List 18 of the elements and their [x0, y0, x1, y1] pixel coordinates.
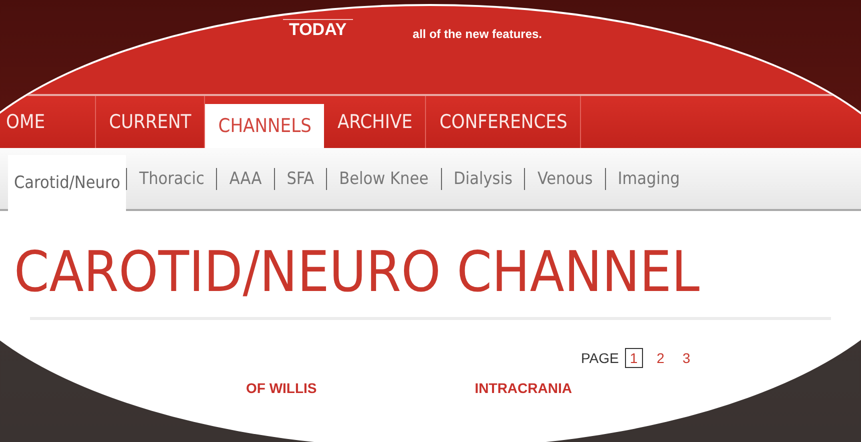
channel-tab[interactable]: Dialysis [440, 168, 524, 190]
logo: TODAY [283, 19, 353, 40]
channel-tab[interactable]: Venous [524, 168, 605, 190]
channel-tab[interactable]: SFA [274, 168, 326, 190]
channel-tab[interactable]: Below Knee [326, 168, 441, 190]
nav-tab[interactable]: CHANNELS [205, 104, 324, 148]
channel-tab[interactable]: Thoracic [126, 168, 216, 190]
channel-tab[interactable]: AAA [216, 168, 274, 190]
channel-tab[interactable]: Carotid/Neuro [8, 154, 126, 210]
page-link[interactable]: 2 [652, 349, 668, 367]
channel-heading: CAROTID/NEURO CHANNEL [14, 241, 701, 305]
article-title-link[interactable]: INTRACRANIA [474, 380, 572, 396]
page-link[interactable]: 1 [624, 348, 643, 368]
page-link[interactable]: 3 [678, 349, 694, 367]
article-title-link[interactable]: OF WILLIS [246, 380, 317, 396]
page-label: PAGE [581, 350, 619, 366]
promo-text: all of the new features. [412, 27, 542, 41]
channel-tab[interactable]: Imaging [604, 168, 692, 190]
